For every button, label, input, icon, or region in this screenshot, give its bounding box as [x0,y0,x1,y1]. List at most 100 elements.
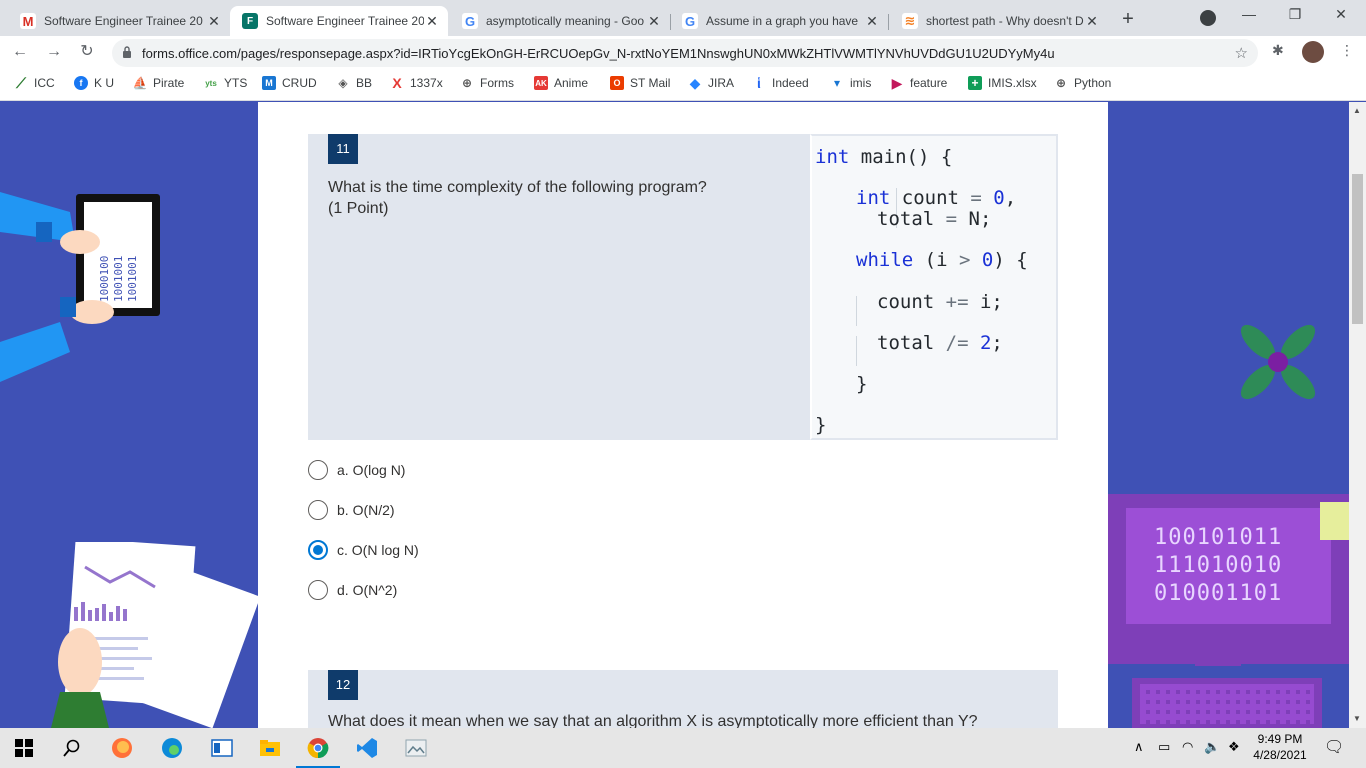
play-icon: ▶ [891,74,903,91]
chrome-icon[interactable] [306,736,330,760]
gmail-icon: M [20,13,36,29]
code-line-3: total = N; [877,208,991,230]
windows-start-icon[interactable] [12,736,36,760]
close-window-icon[interactable]: ✕ [1318,6,1364,23]
bookmark-imis-xlsx[interactable]: + IMIS.xlsx [968,76,1037,90]
tab-stackoverflow[interactable]: ≋ shortest path - Why doesn't D ✕ [890,6,1108,36]
code-keyword: while [856,249,914,271]
photos-icon[interactable] [404,736,428,760]
reload-icon[interactable]: ↻ [75,40,99,64]
close-icon[interactable]: ✕ [424,13,440,30]
tray-expand-icon[interactable]: ∧ [1134,739,1144,755]
wifi-icon[interactable]: ◠ [1182,739,1193,755]
volume-icon[interactable]: 🔈 [1204,739,1220,755]
radio-button[interactable] [308,500,328,520]
bookmark-feature[interactable]: ▶ feature [890,74,948,91]
clock-time: 9:49 PM [1257,732,1303,746]
battery-icon[interactable]: ▭ [1158,739,1170,755]
url-text[interactable]: forms.office.com/pages/responsepage.aspx… [142,46,1055,61]
system-clock[interactable]: 9:49 PM 4/28/2021 [1250,731,1310,763]
option-b[interactable]: b. O(N/2) [308,500,395,520]
notifications-icon[interactable]: 🗨 [1324,737,1344,757]
avatar[interactable] [1302,41,1324,63]
shield-icon: ▾ [833,76,841,90]
indent-guide [856,336,857,366]
bb-icon: ◈ [338,76,348,90]
bookmark-yts[interactable]: yts YTS [204,76,247,90]
scroll-down-icon[interactable]: ▼ [1353,714,1361,723]
bookmark-stmail[interactable]: O ST Mail [610,76,670,90]
code-keyword: int [815,146,850,168]
dropbox-icon[interactable]: ❖ [1228,739,1240,755]
back-icon[interactable]: ← [8,40,32,64]
m-logo-icon: M [262,76,276,90]
close-icon[interactable]: ✕ [864,13,880,30]
tab-google-graph[interactable]: G Assume in a graph you have ✕ [670,6,888,36]
forward-icon[interactable]: → [42,40,66,64]
bookmark-crud[interactable]: M CRUD [262,76,317,90]
scroll-up-icon[interactable]: ▲ [1353,106,1361,115]
stackoverflow-icon: ≋ [902,13,918,29]
scrollbar-thumb[interactable] [1352,174,1363,324]
tablet-binary-line: 1000100 [98,256,111,302]
tab-gmail[interactable]: M Software Engineer Trainee 20 ✕ [8,6,230,36]
bookmark-forms[interactable]: ⊕ Forms [460,76,514,90]
tab-google-asymptotic[interactable]: G asymptotically meaning - Goo ✕ [450,6,670,36]
option-a[interactable]: a. O(log N) [308,460,405,480]
tab-forms-active[interactable]: F Software Engineer Trainee 20 ✕ [230,6,448,36]
option-label: d. O(N^2) [337,582,398,598]
tab-title: shortest path - Why doesn't D [926,14,1084,28]
radio-button-selected[interactable] [308,540,328,560]
code-line-8: } [815,414,826,436]
bookmark-jira[interactable]: ◆ JIRA [688,75,735,91]
anime-icon: AK [534,76,548,90]
radio-button[interactable] [308,580,328,600]
bookmark-ku[interactable]: fK U [74,76,114,90]
option-d[interactable]: d. O(N^2) [308,580,397,600]
bookmark-pirate[interactable]: ⛵ Pirate [133,76,185,90]
page-scrollbar[interactable]: ▲ ▼ [1349,102,1366,728]
app-window-icon[interactable] [210,736,234,760]
code-text: count [877,291,946,313]
bookmark-label: YTS [224,76,248,90]
bookmark-star-icon[interactable]: ☆ [1235,44,1248,62]
search-icon[interactable] [60,736,84,760]
extensions-icon[interactable]: ✱ [1272,42,1284,59]
code-text: total [877,332,946,354]
bookmark-label: feature [910,76,948,90]
edge-icon[interactable] [160,736,184,760]
bookmark-icc[interactable]: ⟋ ICC [14,75,55,91]
new-tab-button[interactable]: + [1117,8,1139,30]
bookmark-label: JIRA [708,76,735,90]
close-icon[interactable]: ✕ [206,13,222,30]
minimize-icon[interactable]: — [1226,6,1272,22]
code-text: , [1004,187,1017,209]
vscode-icon[interactable] [355,736,379,760]
question-text: What is the time complexity of the follo… [328,179,707,196]
bookmark-1337x[interactable]: X 1337x [390,75,443,91]
lock-icon [123,46,131,58]
bookmark-imis[interactable]: ▾ imis [830,76,871,90]
file-explorer-icon[interactable] [258,736,282,760]
bookmark-label: 1337x [410,76,443,90]
close-icon[interactable]: ✕ [646,13,662,30]
bookmark-label: ST Mail [630,76,671,90]
bookmark-anime[interactable]: AK Anime [534,76,588,90]
code-text: total [877,208,946,230]
bookmark-label: K U [94,76,115,90]
bookmark-indeed[interactable]: ἱ Indeed [752,75,809,91]
clock-date: 4/28/2021 [1253,748,1307,762]
tab-search-icon[interactable] [1200,10,1216,26]
bookmark-python[interactable]: ⊕ Python [1054,76,1111,90]
menu-icon[interactable]: ⋮ [1340,42,1354,59]
keyboard-keys [1140,684,1314,724]
radio-button[interactable] [308,460,328,480]
bookmark-bb[interactable]: ◈ BB [336,76,372,90]
restore-icon[interactable]: ❐ [1272,6,1318,23]
firefox-icon[interactable] [110,736,134,760]
option-c[interactable]: c. O(N log N) [308,540,419,560]
close-icon[interactable]: ✕ [1084,13,1100,30]
monitor-stand [1195,638,1241,666]
question-number: 12 [328,670,358,700]
address-bar[interactable]: forms.office.com/pages/responsepage.aspx… [112,39,1258,67]
